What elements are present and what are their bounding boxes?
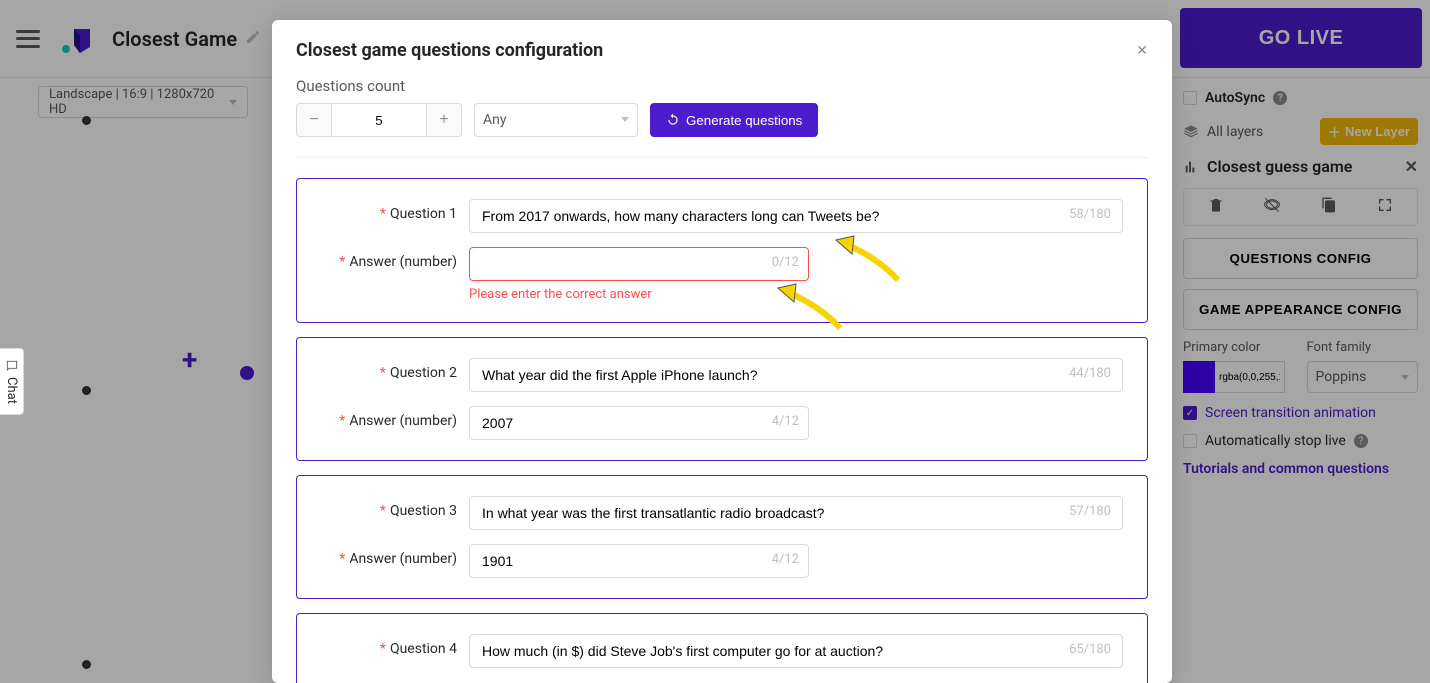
question-card: *Question 2 44/180 *Answer (number) 4/12: [296, 337, 1148, 461]
char-count: 58/180: [1069, 207, 1111, 222]
error-message: Please enter the correct answer: [469, 287, 1123, 302]
questions-count-stepper: − +: [296, 103, 462, 137]
question-label: *Question 1: [321, 199, 469, 222]
question-row: *Question 4 65/180: [321, 634, 1123, 668]
question-card: *Question 4 65/180: [296, 613, 1148, 683]
answer-input[interactable]: [469, 247, 809, 281]
generate-button[interactable]: Generate questions: [650, 103, 818, 137]
generate-label: Generate questions: [686, 113, 802, 128]
modal-header: Closest game questions configuration ✕: [272, 20, 1172, 77]
question-input[interactable]: [469, 496, 1123, 530]
refresh-icon: [666, 113, 680, 127]
chat-icon: [5, 359, 19, 373]
questions-count-input[interactable]: [331, 104, 427, 136]
question-label: *Question 3: [321, 496, 469, 519]
char-count: 4/12: [772, 552, 799, 567]
answer-row: *Answer (number) 4/12: [321, 406, 1123, 440]
question-card: *Question 3 57/180 *Answer (number) 4/12: [296, 475, 1148, 599]
answer-label: *Answer (number): [321, 544, 469, 567]
questions-count-label: Questions count: [296, 77, 1148, 95]
question-input[interactable]: [469, 358, 1123, 392]
controls-row: − + Any Generate questions: [296, 103, 1148, 158]
char-count: 44/180: [1069, 366, 1111, 381]
answer-row: *Answer (number) 4/12: [321, 544, 1123, 578]
modal-title: Closest game questions configuration: [296, 40, 603, 61]
answer-input[interactable]: [469, 406, 809, 440]
answer-label: *Answer (number): [321, 247, 469, 270]
modal-body: Questions count − + Any Generate questio…: [272, 77, 1172, 683]
decrement-button[interactable]: −: [297, 104, 331, 136]
answer-row: *Answer (number) 0/12 Please enter the c…: [321, 247, 1123, 302]
question-row: *Question 2 44/180: [321, 358, 1123, 392]
question-row: *Question 1 58/180: [321, 199, 1123, 233]
chat-label: Chat: [4, 377, 19, 404]
char-count: 57/180: [1069, 504, 1111, 519]
question-input[interactable]: [469, 634, 1123, 668]
answer-label: *Answer (number): [321, 406, 469, 429]
answer-input[interactable]: [469, 544, 809, 578]
char-count: 0/12: [772, 255, 799, 270]
chat-tab[interactable]: Chat: [0, 348, 24, 415]
close-modal-icon[interactable]: ✕: [1136, 43, 1148, 59]
category-value: Any: [483, 112, 507, 128]
question-label: *Question 4: [321, 634, 469, 657]
question-card: *Question 1 58/180 *Answer (number) 0/12…: [296, 178, 1148, 323]
question-input[interactable]: [469, 199, 1123, 233]
increment-button[interactable]: +: [427, 104, 461, 136]
questions-config-modal: Closest game questions configuration ✕ Q…: [272, 20, 1172, 683]
question-row: *Question 3 57/180: [321, 496, 1123, 530]
question-label: *Question 2: [321, 358, 469, 381]
char-count: 4/12: [772, 414, 799, 429]
char-count: 65/180: [1069, 642, 1111, 657]
category-select[interactable]: Any: [474, 103, 638, 137]
